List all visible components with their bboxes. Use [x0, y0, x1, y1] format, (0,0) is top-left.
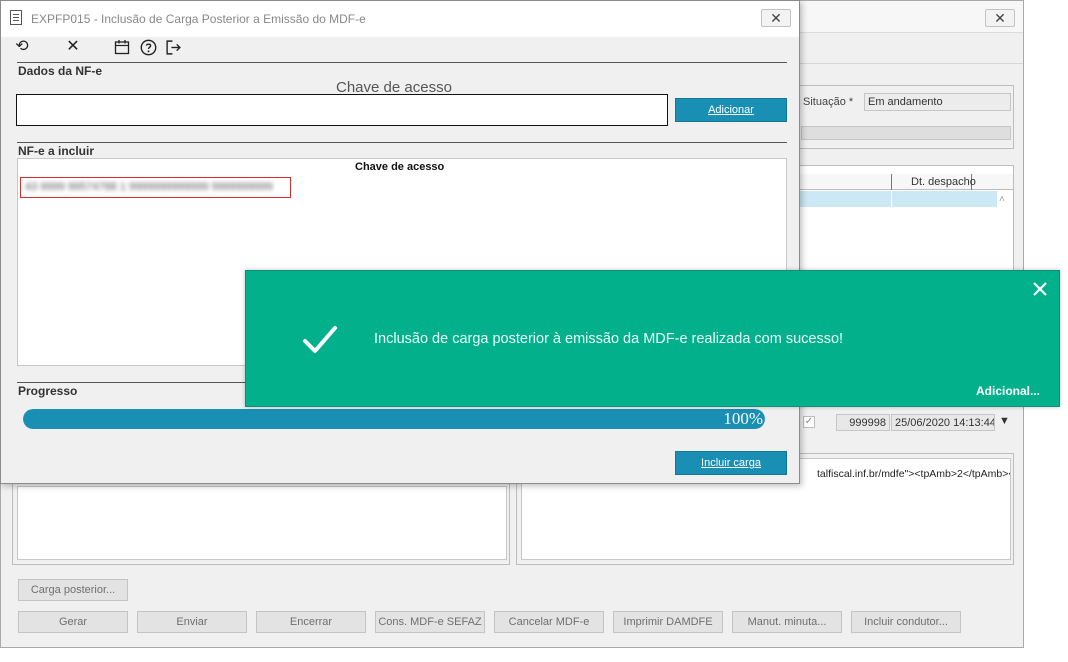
- situacao-field[interactable]: Em andamento: [864, 93, 1011, 111]
- scroll-up-icon[interactable]: ˄: [999, 194, 1005, 205]
- background-close-button[interactable]: ✕: [985, 9, 1015, 27]
- chave-acesso-input[interactable]: [16, 94, 668, 126]
- dados-nfe-section-title: Dados da NF-e: [18, 64, 103, 78]
- header-group: Situação * Em andamento: [798, 85, 1014, 149]
- row-number: 999998: [836, 414, 890, 431]
- dialog-close-button[interactable]: ✕: [761, 9, 791, 27]
- help-icon[interactable]: [138, 37, 158, 57]
- header-bar: [801, 126, 1011, 140]
- adicionar-button[interactable]: Adicionar: [675, 98, 787, 122]
- progress-fill: [23, 409, 765, 429]
- imprimir-damdfe-button[interactable]: Imprimir DAMDFE: [613, 611, 723, 633]
- carga-posterior-button[interactable]: Carga posterior...: [18, 579, 128, 601]
- close-icon: ✕: [770, 10, 782, 26]
- refresh-icon[interactable]: ⟲: [12, 37, 32, 57]
- cons-mdfe-sefaz-button[interactable]: Cons. MDF-e SEFAZ: [375, 611, 485, 633]
- cancel-x-icon[interactable]: ✕: [63, 37, 83, 57]
- manut-minuta-button[interactable]: Manut. minuta...: [732, 611, 842, 633]
- checkmark-icon: [302, 323, 338, 357]
- toast-message: Inclusão de carga posterior à emissão da…: [374, 331, 844, 347]
- cancelar-mdfe-button[interactable]: Cancelar MDF-e: [494, 611, 604, 633]
- progress-percent: 100%: [723, 409, 763, 428]
- check-icon: ✓: [804, 416, 814, 427]
- row-checkbox[interactable]: ✓: [803, 416, 815, 428]
- progresso-section-title: Progresso: [18, 384, 78, 398]
- row-datetime: 25/06/2020 14:13:44: [891, 414, 995, 431]
- dialog-title: EXPFP015 - Inclusão de Carga Posterior a…: [31, 12, 366, 26]
- incluir-condutor-button[interactable]: Incluir condutor...: [851, 611, 961, 633]
- document-icon: [10, 10, 22, 25]
- table-header: Dt. despacho: [799, 174, 1013, 190]
- encerrar-button[interactable]: Encerrar: [256, 611, 366, 633]
- progress-bar: 100%: [23, 409, 765, 429]
- selected-row[interactable]: [799, 191, 997, 207]
- section-divider: [17, 142, 787, 143]
- col-dt-despacho: Dt. despacho: [911, 176, 976, 188]
- lower-left-group: [12, 479, 510, 565]
- toast-close-button[interactable]: [1028, 277, 1052, 301]
- exit-icon[interactable]: [163, 37, 183, 57]
- nfe-key-text: 43 9999 99574788 1 9999999999999 9999999…: [25, 181, 273, 193]
- gerar-button[interactable]: Gerar: [18, 611, 128, 633]
- incluir-carga-button[interactable]: Incluir carga: [675, 451, 787, 475]
- success-toast: Inclusão de carga posterior à emissão da…: [245, 270, 1060, 407]
- calendar-icon[interactable]: [112, 37, 132, 57]
- inclusao-carga-dialog: EXPFP015 - Inclusão de Carga Posterior a…: [0, 0, 800, 484]
- close-icon: [1033, 282, 1047, 296]
- close-icon: ✕: [994, 10, 1006, 26]
- enviar-button[interactable]: Enviar: [137, 611, 247, 633]
- nfe-incluir-section-title: NF-e a incluir: [18, 144, 95, 158]
- xml-text: talfiscal.inf.br/mdfe"><tpAmb>2</tpAmb><…: [817, 468, 1011, 480]
- section-divider: [17, 62, 787, 63]
- nfe-list-column-header: Chave de acesso: [355, 161, 445, 173]
- list-item[interactable]: 43 9999 99574788 1 9999999999999 9999999…: [20, 177, 291, 198]
- lower-left-textarea[interactable]: [17, 486, 507, 560]
- chevron-down-icon[interactable]: ▼: [999, 415, 1010, 427]
- situacao-label: Situação *: [803, 96, 854, 108]
- document-table: Dt. despacho ˄: [798, 165, 1014, 285]
- adicional-link[interactable]: Adicional...: [976, 384, 1040, 398]
- dialog-title-bar: EXPFP015 - Inclusão de Carga Posterior a…: [1, 1, 799, 37]
